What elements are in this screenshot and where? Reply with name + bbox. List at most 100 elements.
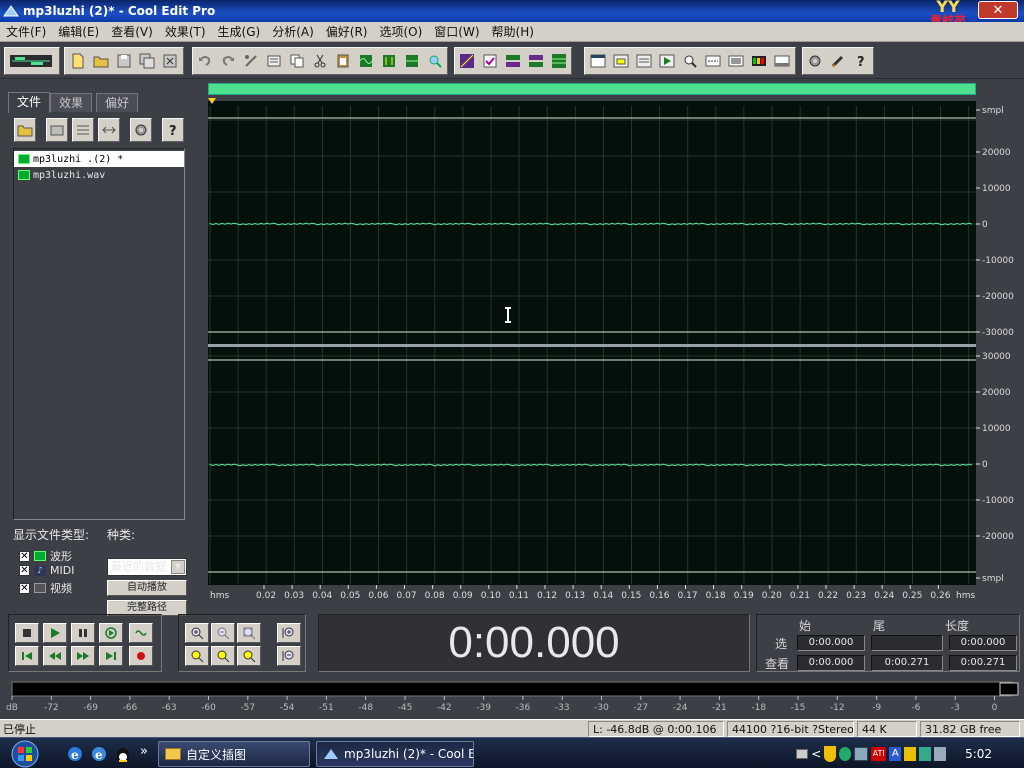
taskbar-item-folder[interactable]: 自定义插图: [158, 741, 310, 767]
close-file-icon[interactable]: [160, 50, 181, 72]
fast-forward-button[interactable]: [71, 646, 95, 666]
open-folder-icon[interactable]: [90, 50, 111, 72]
time-window-icon[interactable]: [610, 50, 631, 72]
pause-button[interactable]: [71, 623, 95, 643]
start-button[interactable]: [4, 739, 46, 768]
auto-play-button[interactable]: 自动播放: [107, 580, 187, 596]
loop-button[interactable]: [129, 623, 153, 643]
multi-channel-icon[interactable]: [503, 50, 524, 72]
zoom-window-icon[interactable]: [679, 50, 700, 72]
checkbox-video[interactable]: ✕: [19, 582, 30, 594]
spectral-view-icon[interactable]: [457, 50, 478, 72]
edit-file-icon[interactable]: [98, 118, 120, 142]
menu-window[interactable]: 窗口(W): [428, 22, 485, 42]
menu-generate[interactable]: 生成(G): [212, 22, 267, 42]
silence-icon[interactable]: [401, 50, 422, 72]
keyboard-tray-icon[interactable]: [796, 749, 809, 759]
undo-icon[interactable]: [195, 50, 216, 72]
list-item[interactable]: mp3luzhi .(2) *: [14, 151, 184, 167]
time-display-icon[interactable]: [703, 50, 724, 72]
menu-file[interactable]: 文件(F): [0, 22, 52, 42]
tab-files[interactable]: 文件: [8, 92, 51, 113]
volume-icon[interactable]: [934, 747, 947, 761]
repeat-last-icon[interactable]: [241, 50, 262, 72]
rewind-button[interactable]: [43, 646, 67, 666]
copy-icon[interactable]: [287, 50, 308, 72]
menu-favorites[interactable]: 偏好(R): [320, 22, 374, 42]
zoom-to-right-icon[interactable]: [211, 646, 235, 666]
file-settings-icon[interactable]: [130, 118, 152, 142]
save-all-icon[interactable]: [137, 50, 158, 72]
stop-button[interactable]: [15, 623, 39, 643]
menu-effects[interactable]: 效果(T): [159, 22, 212, 42]
qq-penguin-icon[interactable]: [114, 745, 132, 763]
multitrack-toggle-button[interactable]: [7, 50, 55, 72]
zoom-in-vertical-icon[interactable]: [277, 623, 301, 643]
zoom-full-icon[interactable]: [237, 623, 261, 643]
settings-gear-icon[interactable]: [805, 50, 826, 72]
zoom-out-vertical-icon[interactable]: [277, 646, 301, 666]
type-midi-row[interactable]: ✕ ♪ MIDI: [19, 564, 74, 577]
go-to-end-button[interactable]: [99, 646, 123, 666]
zoom-select-icon[interactable]: [424, 50, 445, 72]
quicklaunch-overflow-icon[interactable]: »: [140, 744, 148, 759]
file-help-icon[interactable]: ?: [162, 118, 184, 142]
level-window-icon[interactable]: [726, 50, 747, 72]
checkmark-icon[interactable]: [480, 50, 501, 72]
selection-length-field[interactable]: 0:00.000: [949, 635, 1017, 651]
tab-favorites[interactable]: 偏好: [96, 93, 139, 112]
network-icon[interactable]: [854, 747, 869, 761]
list-item[interactable]: mp3luzhi.wav: [14, 167, 184, 183]
close-button[interactable]: ✕: [978, 1, 1018, 19]
record-button[interactable]: [129, 646, 153, 666]
checkbox-waveform[interactable]: ✕: [19, 550, 30, 562]
insert-into-multitrack-icon[interactable]: [72, 118, 94, 142]
window-organizer-icon[interactable]: [587, 50, 608, 72]
selection-begin-field[interactable]: 0:00.000: [797, 635, 865, 651]
trim-icon[interactable]: [378, 50, 399, 72]
menu-analyze[interactable]: 分析(A): [266, 22, 320, 42]
zoom-in-icon[interactable]: [185, 623, 209, 643]
close-file-icon[interactable]: [46, 118, 68, 142]
menu-options[interactable]: 选项(O): [373, 22, 428, 42]
cut-icon[interactable]: [310, 50, 331, 72]
checkbox-midi[interactable]: ✕: [19, 565, 30, 576]
sort-dropdown[interactable]: 最近的数据 ▼: [107, 558, 187, 576]
waveform-display[interactable]: smpl 20000 10000 0 -10000 -20000 -30000 30000 20…: [208, 98, 1016, 604]
new-file-icon[interactable]: [67, 50, 88, 72]
type-video-row[interactable]: ✕ 视频: [19, 580, 72, 596]
open-file-icon[interactable]: [14, 118, 36, 142]
track-view-icon[interactable]: [525, 50, 546, 72]
redo-icon[interactable]: [218, 50, 239, 72]
mix-paste-icon[interactable]: [355, 50, 376, 72]
menu-edit[interactable]: 编辑(E): [52, 22, 105, 42]
taskbar-item-cool-edit[interactable]: mp3luzhi (2)* - Cool E...: [316, 741, 474, 767]
transport-window-icon[interactable]: [656, 50, 677, 72]
selection-window-icon[interactable]: [633, 50, 654, 72]
paste-icon[interactable]: [332, 50, 353, 72]
tab-effects[interactable]: 效果: [50, 93, 93, 112]
help-icon[interactable]: ?: [850, 50, 871, 72]
chevron-down-icon[interactable]: ▼: [171, 560, 185, 574]
ie-browser-alt-icon[interactable]: e: [90, 745, 108, 763]
overview-bar[interactable]: [208, 83, 976, 95]
shield-icon[interactable]: [824, 746, 837, 762]
go-to-start-button[interactable]: [15, 646, 39, 666]
zoom-to-left-icon[interactable]: [185, 646, 209, 666]
security-tray-icon[interactable]: [839, 747, 852, 761]
clock[interactable]: 5:02: [965, 747, 992, 761]
ie-browser-icon[interactable]: e: [66, 745, 84, 763]
brush-tool-icon[interactable]: [828, 50, 849, 72]
status-bar-icon[interactable]: [772, 50, 793, 72]
menu-help[interactable]: 帮助(H): [486, 22, 540, 42]
zoom-selection-icon[interactable]: [237, 646, 261, 666]
ati-tray-icon[interactable]: ATI: [871, 747, 887, 761]
type-waveform-row[interactable]: ✕ 波形: [19, 548, 72, 564]
play-to-end-button[interactable]: [99, 623, 123, 643]
meter-window-icon[interactable]: [749, 50, 770, 72]
ime-tray-icon[interactable]: [919, 747, 932, 761]
tray-app-icon[interactable]: [904, 747, 917, 761]
selection-end-field[interactable]: [871, 635, 943, 651]
warning-tray-icon[interactable]: A: [889, 747, 902, 761]
play-button[interactable]: [43, 623, 67, 643]
